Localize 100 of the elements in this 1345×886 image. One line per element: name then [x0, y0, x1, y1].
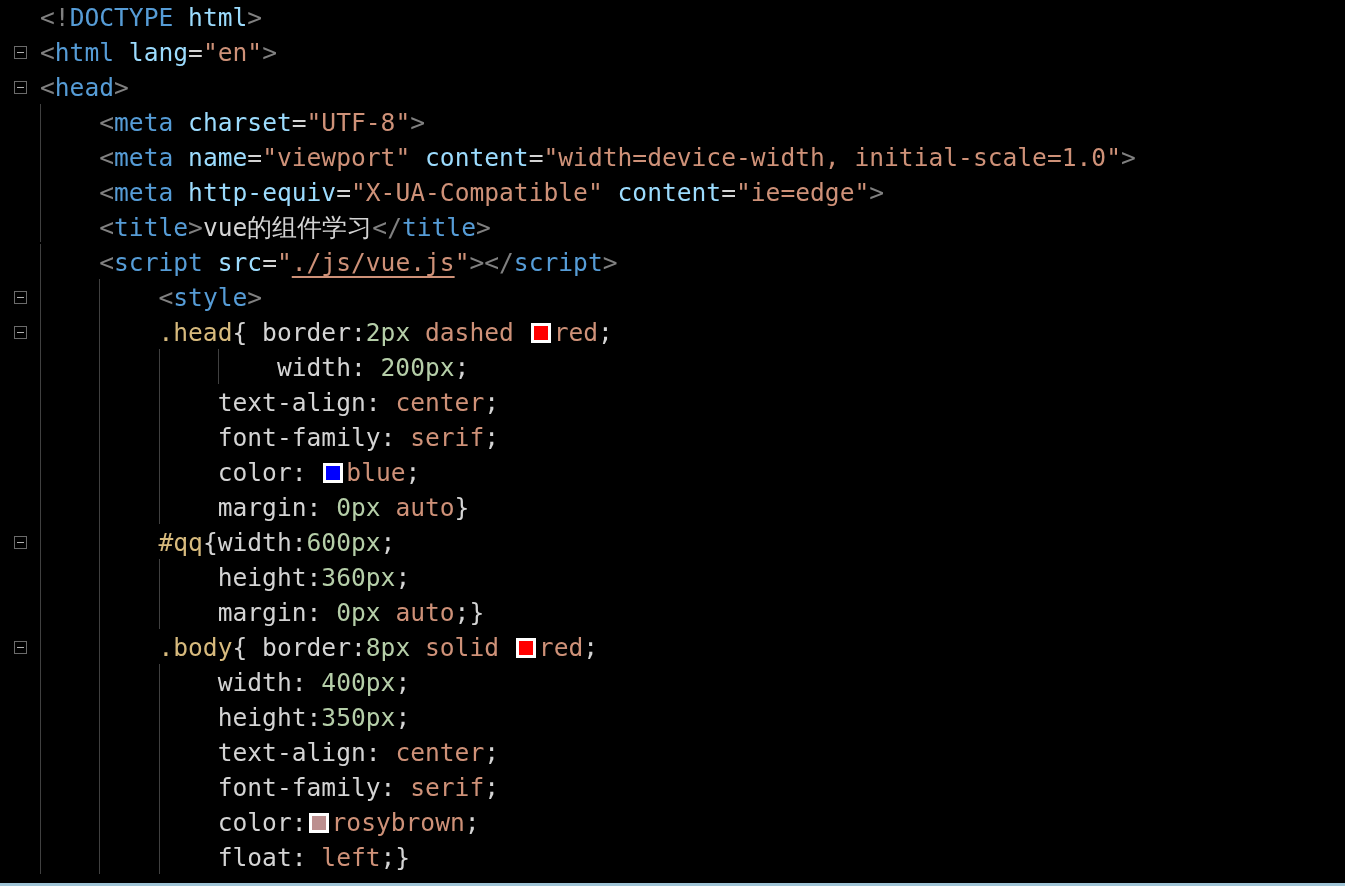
code-token: = [291, 108, 307, 137]
fold-toggle-icon[interactable] [13, 81, 27, 94]
code-token: < [157, 283, 174, 312]
fold-toggle-icon[interactable] [13, 536, 27, 549]
code-token: dashed [425, 318, 515, 347]
code-token: http-equiv [188, 178, 337, 207]
code-token: = [262, 248, 277, 277]
code-token: width: [216, 668, 308, 697]
code-token: center [395, 738, 485, 767]
code-token: } [454, 493, 470, 522]
code-token: 360px [321, 563, 396, 592]
code-token: margin: [216, 598, 323, 627]
code-token: = [336, 178, 351, 207]
code-token: auto [395, 493, 455, 522]
code-token: < [98, 178, 115, 207]
code-token: solid [425, 633, 501, 662]
fold-toggle-icon[interactable] [13, 326, 27, 339]
code-token: style [173, 283, 248, 312]
code-token: ; [484, 423, 500, 452]
code-token: > [602, 248, 618, 277]
code-token: ;} [454, 598, 485, 627]
code-token: "width=device-width, initial-scale=1.0" [543, 143, 1121, 172]
code-token: "ie=edge" [736, 178, 870, 207]
code-token: < [40, 38, 55, 67]
code-token: ; [395, 563, 411, 592]
code-token: "en" [202, 38, 263, 67]
code-token: 2px [365, 318, 412, 347]
code-token: > [262, 38, 277, 67]
code-token: ; [583, 633, 599, 662]
code-token: left [321, 843, 381, 872]
code-token: > [114, 73, 129, 102]
code-token: > [410, 108, 426, 137]
code-token: 600px [306, 528, 381, 557]
code-token: = [721, 178, 736, 207]
code-link[interactable]: ./js/vue.js [291, 248, 455, 277]
code-token: serif [410, 773, 485, 802]
code-token: " [454, 248, 470, 277]
code-token: color: [216, 808, 307, 837]
code-token: 400px [321, 668, 396, 697]
code-token: serif [410, 423, 485, 452]
code-token: content [617, 178, 722, 207]
fold-toggle-icon[interactable] [13, 641, 27, 654]
code-token: meta [114, 108, 175, 137]
code-token: width: [275, 353, 367, 382]
code-token: ; [598, 318, 613, 347]
code-token: "X-UA-Compatible" [351, 178, 604, 207]
code-token: color: [216, 458, 308, 487]
code-token: ; [395, 668, 411, 697]
code-token: 350px [321, 703, 396, 732]
code-token: = [528, 143, 544, 172]
code-token: script [114, 248, 204, 277]
code-token: ; [380, 528, 396, 557]
code-token: rosybrown [331, 808, 465, 837]
code-token: > [869, 178, 885, 207]
code-token: lang [128, 38, 189, 67]
code-token: ; [484, 738, 500, 767]
code-token: auto [395, 598, 455, 627]
code-token: html [188, 3, 248, 32]
code-token: height: [216, 703, 322, 732]
code-token: center [395, 388, 485, 417]
code-token: ;} [380, 843, 411, 872]
code-token: < [98, 213, 115, 242]
code-token: </ [372, 213, 402, 242]
code-token: { border: [232, 633, 366, 662]
code-token: .head [157, 318, 233, 347]
code-token: font-family: [216, 423, 397, 452]
code-token: blue [346, 458, 406, 487]
code-token: < [98, 248, 115, 277]
code-token: ; [454, 353, 470, 382]
code-token: 8px [365, 633, 412, 662]
code-token: < [40, 73, 55, 102]
code-token: html [54, 38, 116, 67]
code-token: { border: [232, 318, 366, 347]
code-token: ; [484, 773, 500, 802]
fold-toggle-icon[interactable] [13, 291, 27, 304]
code-token: 0px [336, 493, 382, 522]
code-token: > [247, 3, 263, 32]
code-token: title [401, 213, 476, 242]
code-token: script [513, 248, 603, 277]
code-token: charset [188, 108, 292, 137]
fold-toggle-icon[interactable] [13, 46, 27, 59]
code-token: content [425, 143, 529, 172]
code-token: = [247, 143, 263, 172]
code-token: ; [464, 808, 480, 837]
code-token: red [553, 318, 599, 347]
code-token: < [98, 108, 115, 137]
code-token: .body [157, 633, 233, 662]
code-token: " [276, 248, 292, 277]
code-token: {width: [202, 528, 307, 557]
code-token: > [1120, 143, 1136, 172]
code-token: 0px [336, 598, 382, 627]
code-token: text-align: [216, 738, 382, 767]
code-token: src [217, 248, 263, 277]
code-token: < [98, 143, 115, 172]
code-token: margin: [216, 493, 323, 522]
code-token: vue的组件学习 [202, 212, 373, 244]
code-token: head [54, 73, 115, 102]
code-token: title [114, 213, 189, 242]
code-token: > [476, 213, 491, 242]
code-token: font-family: [216, 773, 397, 802]
